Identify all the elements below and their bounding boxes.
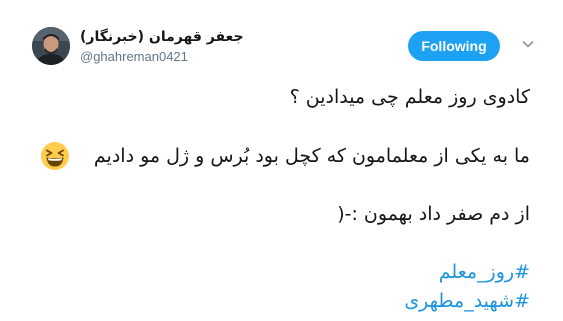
author-display-name[interactable]: جعفر قهرمان (خبرنگار) — [80, 29, 244, 46]
avatar-image — [32, 27, 70, 65]
grinning-squinting-face-icon — [41, 142, 69, 170]
tweet-card: جعفر قهرمان (خبرنگار) @ghahreman0421 Fol… — [0, 0, 563, 321]
hashtag-symbol: # — [514, 290, 530, 312]
tweet-text-line-2: ما به یکی از معلمامون که کچل بود بُرس و … — [93, 145, 530, 167]
following-button[interactable]: Following — [408, 31, 500, 61]
hashtag-link[interactable]: #روز_معلم — [439, 259, 530, 285]
tweet-text-line-3: از دم صفر داد بهمون :-( — [337, 203, 530, 225]
author-handle[interactable]: @ghahreman0421 — [80, 49, 188, 65]
hashtag-link[interactable]: #شهید_مطهری — [404, 288, 530, 314]
hashtag-text: روز_معلم — [438, 261, 515, 283]
avatar[interactable] — [32, 27, 70, 65]
chevron-down-icon[interactable] — [520, 36, 536, 52]
hashtag-symbol: # — [514, 261, 530, 283]
hashtag-text: شهید_مطهری — [404, 290, 515, 312]
tweet-text-line-1: کادوی روز معلم چی میدادین ؟ — [289, 86, 530, 108]
